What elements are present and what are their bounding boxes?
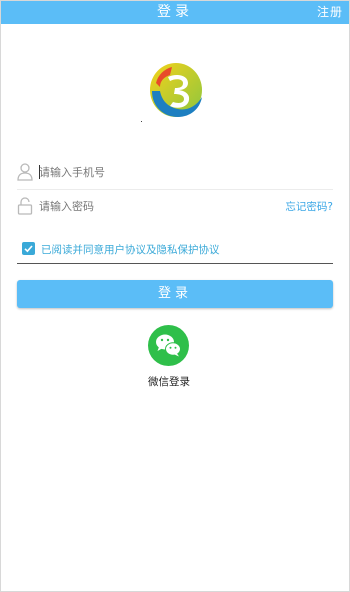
phone-row xyxy=(17,155,333,190)
password-input[interactable] xyxy=(39,195,279,217)
logo-mark-dot xyxy=(141,121,142,122)
login-button[interactable]: 登录 xyxy=(17,280,333,308)
agreement-row: 已阅读并同意用户协议及隐私保护协议 xyxy=(17,239,333,264)
text-caret xyxy=(39,165,40,179)
app-logo-icon xyxy=(148,61,204,119)
agreement-checkbox[interactable] xyxy=(22,242,35,255)
wechat-icon[interactable] xyxy=(148,325,189,366)
page-title: 登录 xyxy=(157,4,193,20)
lock-icon xyxy=(17,197,33,215)
password-row: 忘记密码? xyxy=(17,189,333,223)
title-bar: 登录 注册 xyxy=(1,1,349,24)
forgot-password-link[interactable]: 忘记密码? xyxy=(285,199,333,214)
check-icon xyxy=(24,245,33,253)
phone-input[interactable] xyxy=(39,161,279,183)
wechat-login-label[interactable]: 微信登录 xyxy=(129,374,209,389)
user-icon xyxy=(17,163,33,181)
agreement-label[interactable]: 已阅读并同意用户协议及隐私保护协议 xyxy=(41,242,220,257)
app-screen: 登录 注册 请输入手机号 忘记密码? 已阅读并同意用户协议及隐私保护协议 登录 … xyxy=(0,0,350,592)
register-button[interactable]: 注册 xyxy=(317,1,343,24)
